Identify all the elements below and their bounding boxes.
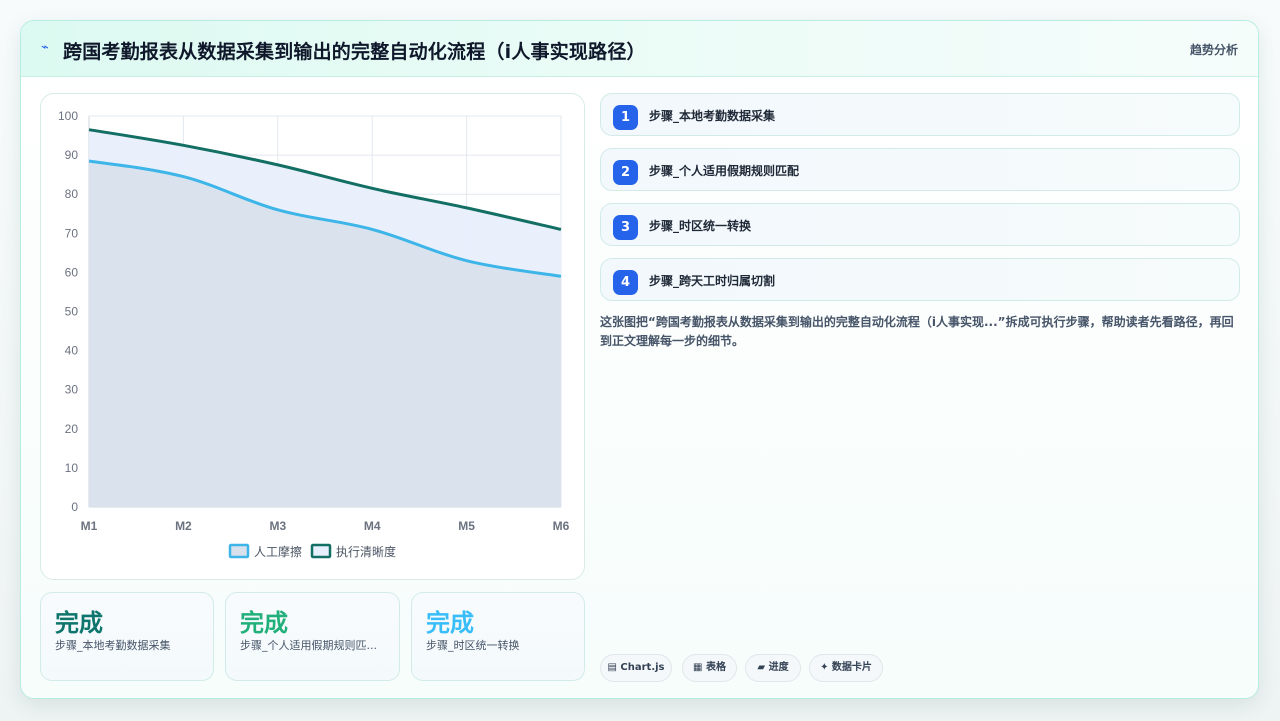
x-tick-label: M6 xyxy=(553,519,570,533)
y-tick-label: 60 xyxy=(65,265,79,279)
y-tick-label: 30 xyxy=(65,383,79,397)
main-card: ⌁ 跨国考勤报表从数据采集到输出的完整自动化流程（i人事实现路径） 趋势分析 0… xyxy=(20,20,1259,699)
chart-icon[interactable]: ▤ Chart.js xyxy=(600,654,672,682)
legend-swatch xyxy=(310,543,332,559)
legend-label: 人工摩擦 xyxy=(254,544,302,559)
page-title: 跨国考勤报表从数据采集到输出的完整自动化流程（i人事实现路径） xyxy=(63,41,646,63)
metric-card: 完成 步骤_个人适用假期规则匹... xyxy=(225,592,400,681)
step-item[interactable]: 3 步骤_时区统一转换 xyxy=(600,203,1240,246)
x-tick-label: M2 xyxy=(175,519,192,533)
step-number-badge: 1 xyxy=(613,105,638,130)
step-label: 步骤_跨天工时归属切割 xyxy=(649,274,776,288)
step-item[interactable]: 4 步骤_跨天工时归属切割 xyxy=(600,258,1240,301)
step-item[interactable]: 1 步骤_本地考勤数据采集 xyxy=(600,93,1240,136)
metric-value: 完成 xyxy=(426,609,474,637)
y-tick-label: 90 xyxy=(65,148,79,162)
chart-panel: 0 10 20 30 40 50 60 70 80 90 100 M1 M2 M3 M4 M5 M6 人工摩擦 执行… xyxy=(40,93,585,580)
legend-label: 执行清晰度 xyxy=(336,544,396,559)
step-label: 步骤_时区统一转换 xyxy=(649,219,752,233)
y-tick-label: 50 xyxy=(65,305,79,319)
y-tick-label: 80 xyxy=(65,187,79,201)
trend-analysis-button[interactable]: 趋势分析 xyxy=(1190,41,1238,58)
step-label: 步骤_个人适用假期规则匹配 xyxy=(649,164,800,178)
step-number-badge: 2 xyxy=(613,160,638,185)
legend-swatch xyxy=(228,543,250,559)
y-tick-label: 70 xyxy=(65,226,79,240)
step-label: 步骤_本地考勤数据采集 xyxy=(649,109,776,123)
card-header: ⌁ 跨国考勤报表从数据采集到输出的完整自动化流程（i人事实现路径） 趋势分析 xyxy=(21,21,1258,77)
metric-value: 完成 xyxy=(55,609,103,637)
metric-card: 完成 步骤_本地考勤数据采集 xyxy=(40,592,214,681)
x-tick-label: M1 xyxy=(81,519,98,533)
y-tick-label: 10 xyxy=(65,461,79,475)
step-item[interactable]: 2 步骤_个人适用假期规则匹配 xyxy=(600,148,1240,191)
metric-card: 完成 步骤_时区统一转换 xyxy=(411,592,585,681)
x-tick-label: M5 xyxy=(458,519,475,533)
y-tick-label: 100 xyxy=(58,109,78,123)
metric-label: 步骤_本地考勤数据采集 xyxy=(55,639,171,652)
step-number-badge: 3 xyxy=(613,215,638,240)
table-icon[interactable]: ▦ 表格 xyxy=(682,654,737,682)
x-tick-label: M3 xyxy=(269,519,286,533)
metric-value: 完成 xyxy=(240,609,288,637)
sparkle-icon[interactable]: ✦ 数据卡片 xyxy=(809,654,883,682)
y-tick-label: 0 xyxy=(71,500,78,514)
y-tick-label: 40 xyxy=(65,344,79,358)
area-chart: 0 10 20 30 40 50 60 70 80 90 100 M1 M2 M3 M4 M5 M6 人工摩擦 执行… xyxy=(58,109,570,559)
metric-label: 步骤_时区统一转换 xyxy=(426,639,520,652)
progress-icon[interactable]: ▰ 进度 xyxy=(745,654,801,682)
step-number-badge: 4 xyxy=(613,270,638,295)
chart-description: 这张图把“跨国考勤报表从数据采集到输出的完整自动化流程（i人事实现...”拆成可… xyxy=(600,315,1234,348)
y-tick-label: 20 xyxy=(65,422,79,436)
step-list: 1 步骤_本地考勤数据采集 2 步骤_个人适用假期规则匹配 3 步骤_时区统一转… xyxy=(600,93,1240,313)
metric-label: 步骤_个人适用假期规则匹... xyxy=(240,639,377,652)
pulse-icon: ⌁ xyxy=(41,40,49,55)
x-tick-label: M4 xyxy=(364,519,381,533)
